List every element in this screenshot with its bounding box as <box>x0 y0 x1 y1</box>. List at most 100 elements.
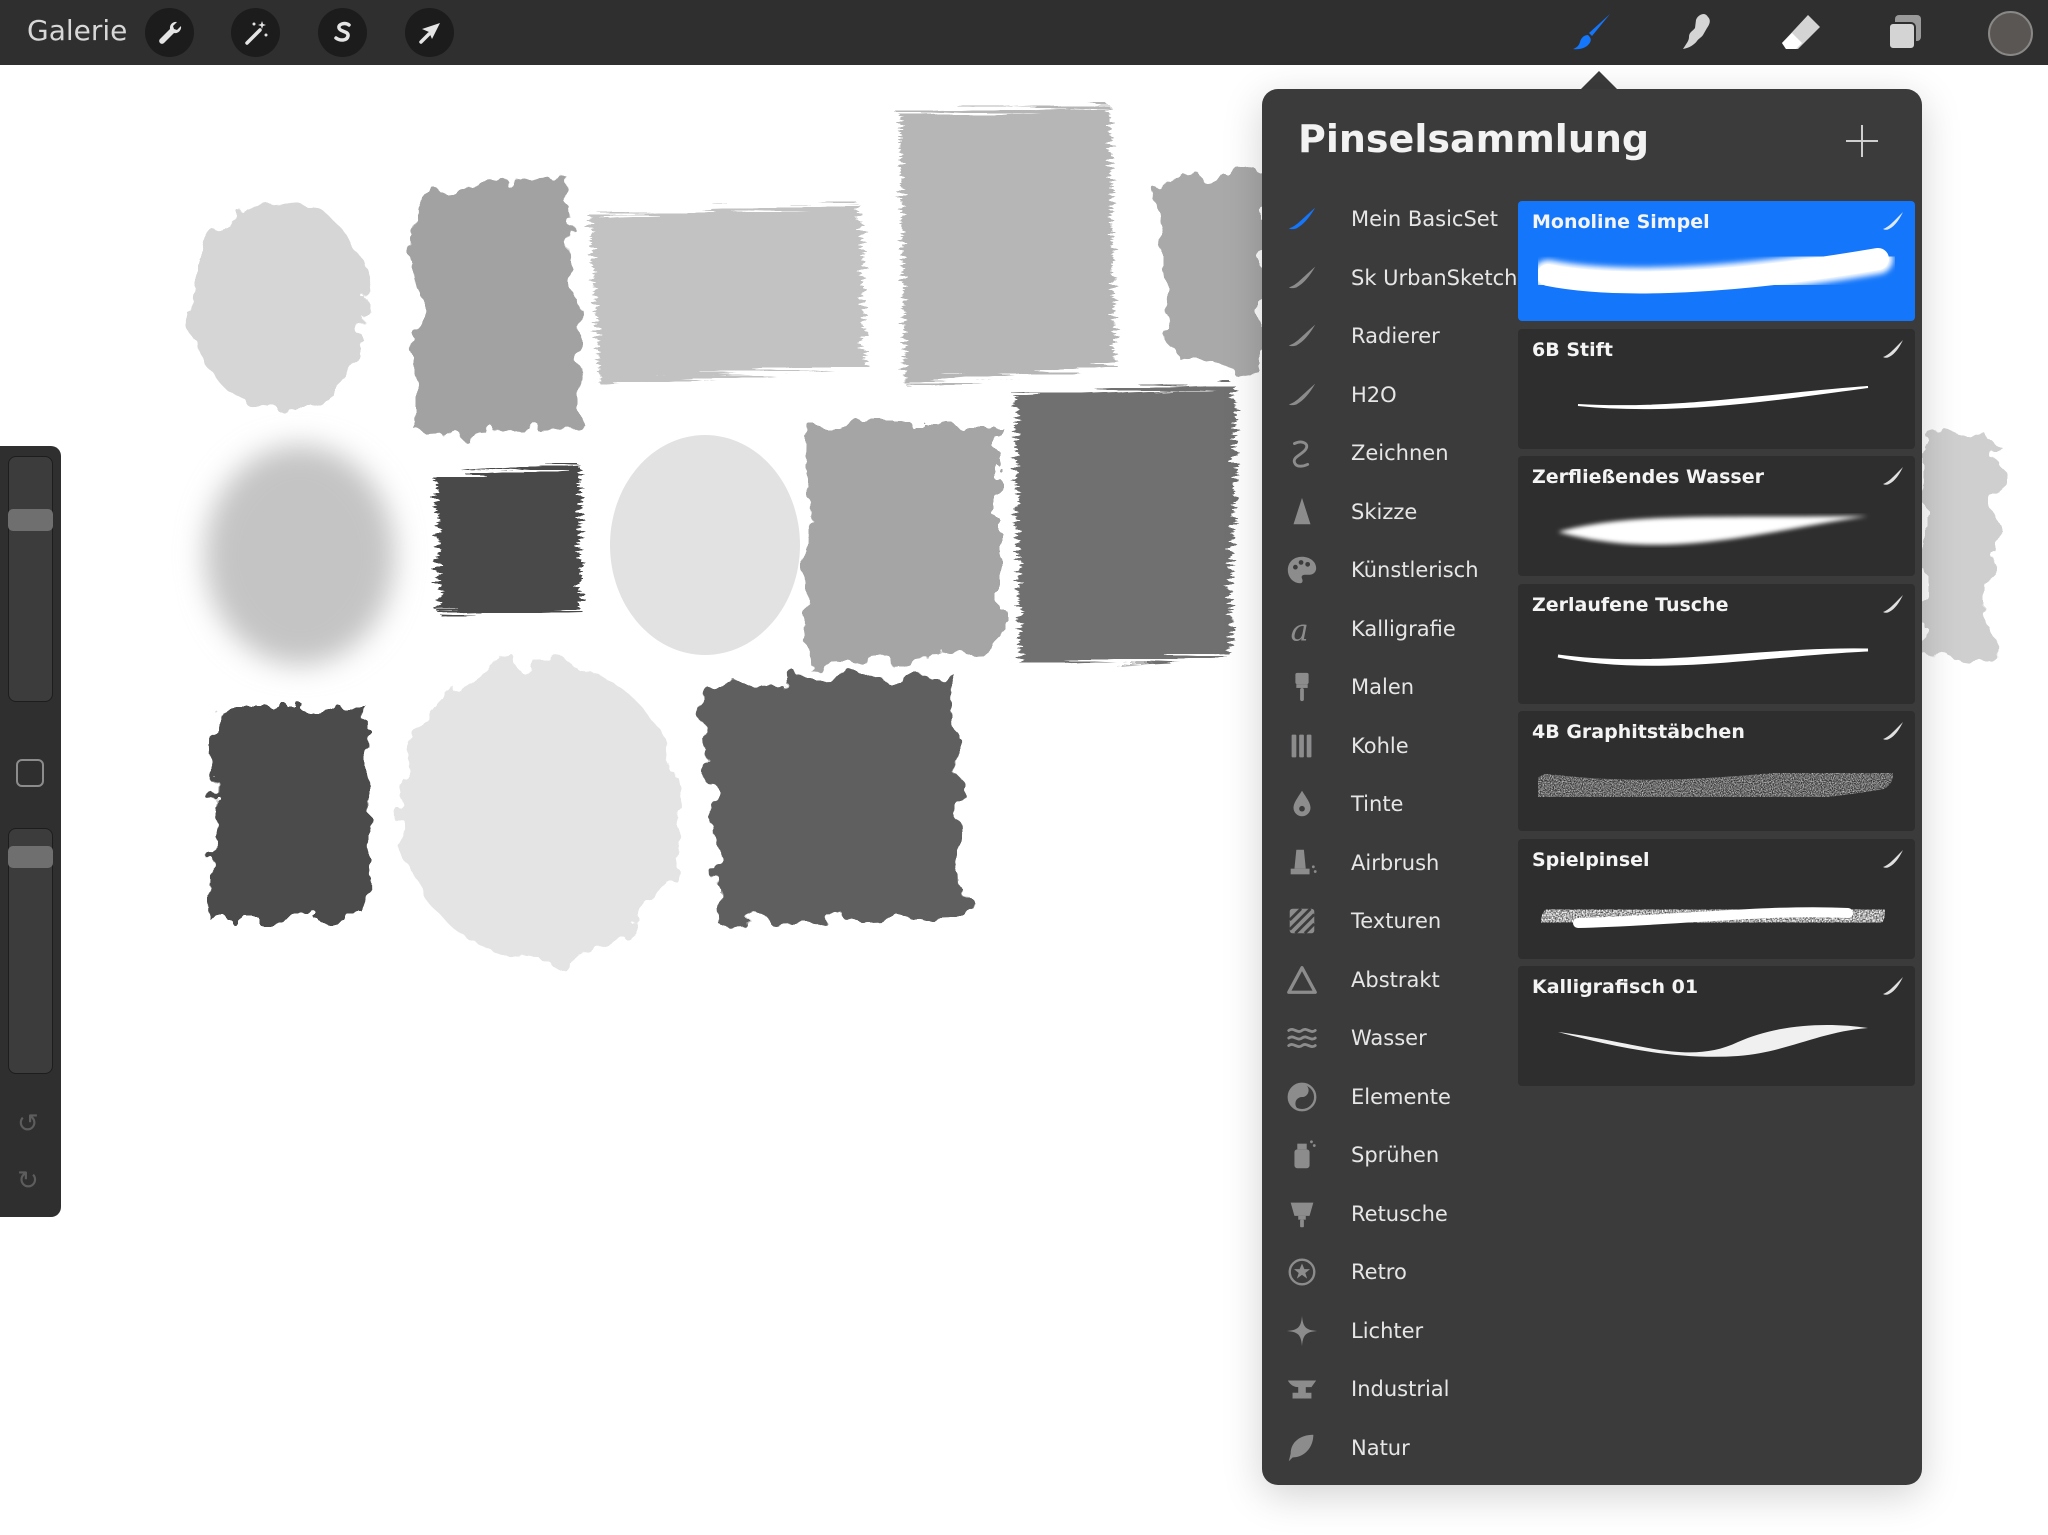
brush-set-item[interactable]: Retusche <box>1262 1189 1512 1239</box>
brush-stroke-icon <box>1883 339 1903 358</box>
brush-stroke-preview <box>1538 760 1893 810</box>
brush-set-item[interactable]: Malen <box>1262 662 1512 712</box>
brush-card[interactable]: Kalligrafisch 01 <box>1518 966 1915 1086</box>
brush-set-item[interactable]: Wasser <box>1262 1013 1512 1063</box>
stroke-icon <box>1288 266 1316 288</box>
transform-button[interactable] <box>405 8 454 57</box>
brush-set-item[interactable]: Sprühen <box>1262 1130 1512 1180</box>
brush-icon <box>1573 14 1610 50</box>
brush-set-label: Airbrush <box>1351 850 1440 875</box>
brush-set-icon <box>1284 1313 1320 1349</box>
opacity-thumb[interactable] <box>8 846 53 869</box>
brush-stroke-icon <box>1883 722 1903 740</box>
yin-yang-icon <box>1287 1082 1317 1111</box>
brush-stroke-icon <box>1883 849 1903 868</box>
brush-set-icon <box>1284 260 1320 296</box>
paintbrush-icon <box>1295 672 1309 702</box>
calligraphy-a-icon: a <box>1291 613 1309 646</box>
brush-set-icon <box>1284 728 1320 764</box>
brush-set-item[interactable]: Skizze <box>1262 487 1512 537</box>
ink-drop-icon <box>1293 790 1311 817</box>
svg-text:a: a <box>1291 613 1309 646</box>
color-picker-swatch[interactable] <box>1988 11 2033 56</box>
brush-set-item[interactable]: Sk UrbanSketch <box>1262 253 1517 303</box>
brush-set-label: Industrial <box>1351 1377 1450 1401</box>
texture-icon <box>1288 907 1316 935</box>
brush-stroke-icon <box>1883 467 1903 485</box>
airbrush-icon <box>1290 849 1317 874</box>
brush-size-slider[interactable] <box>8 456 53 702</box>
add-brush-set-button[interactable] <box>1842 121 1882 161</box>
brush-set-icon: a <box>1284 611 1320 647</box>
brush-set-icon <box>1284 845 1320 881</box>
brush-set-item[interactable]: Künstlerisch <box>1262 545 1512 595</box>
brush-set-label: Sprühen <box>1351 1143 1440 1167</box>
brush-set-item[interactable]: Lichter <box>1262 1306 1512 1356</box>
brush-set-icon <box>1284 1371 1320 1407</box>
brush-set-item[interactable]: Industrial <box>1262 1364 1512 1414</box>
brush-card[interactable]: Spielpinsel <box>1518 838 1915 959</box>
brush-set-label: Sk UrbanSketch <box>1351 265 1518 290</box>
brush-set-label: Zeichnen <box>1351 441 1449 465</box>
brush-set-label: Tinte <box>1351 792 1404 816</box>
brush-set-item[interactable]: Zeichnen <box>1262 428 1512 478</box>
brush-set-label: Texturen <box>1351 909 1442 933</box>
brush-set-icon <box>1284 786 1320 822</box>
eraser-icon <box>1782 15 1820 49</box>
brush-card[interactable]: 4B Graphitstäbchen <box>1518 711 1915 831</box>
brush-set-label: Malen <box>1351 675 1415 699</box>
brush-set-icon <box>1284 1079 1320 1115</box>
brush-set-icon <box>1284 494 1320 530</box>
brush-set-label: Radierer <box>1351 324 1440 348</box>
brush-set-icon <box>1284 201 1320 237</box>
adjustments-button[interactable] <box>231 8 280 57</box>
brush-set-label: Retusche <box>1351 1201 1448 1226</box>
brush-card[interactable]: Zerlaufene Tusche <box>1518 583 1915 704</box>
smudge-tool-button[interactable] <box>1674 10 1720 56</box>
brush-set-item[interactable]: Natur <box>1262 1423 1512 1473</box>
brush-set-item[interactable]: Texturen <box>1262 896 1512 946</box>
brush-set-item[interactable]: Retro <box>1262 1247 1512 1297</box>
brush-set-item[interactable]: Abstrakt <box>1262 955 1512 1005</box>
redo-icon[interactable]: ↻ <box>17 1166 39 1196</box>
charcoal-sticks-icon <box>1291 734 1312 757</box>
leaf-icon <box>1288 1434 1314 1461</box>
brush-set-item[interactable]: Radierer <box>1262 311 1512 361</box>
layers-tool-button[interactable] <box>1882 10 1928 56</box>
brush-tool-button[interactable] <box>1570 10 1616 56</box>
brush-set-label: Künstlerisch <box>1351 558 1479 582</box>
brush-set-item[interactable]: Tinte <box>1262 779 1512 829</box>
brush-size-thumb[interactable] <box>8 508 53 531</box>
smudge-icon <box>1683 14 1710 49</box>
stroke-icon <box>1288 383 1316 405</box>
actions-button[interactable] <box>145 8 194 57</box>
modify-button[interactable] <box>16 759 44 787</box>
brush-card[interactable]: Zerfließendes Wasser <box>1518 456 1915 576</box>
brush-set-item[interactable]: Mein BasicSet <box>1262 194 1512 244</box>
brush-set-icon <box>1284 903 1320 939</box>
pencil-tip-icon <box>1293 497 1311 524</box>
gallery-button[interactable]: Galerie <box>27 14 127 47</box>
stroke-icon <box>1288 207 1316 230</box>
brush-set-item[interactable]: a Kalligrafie <box>1262 604 1512 654</box>
eraser-tool-button[interactable] <box>1778 10 1824 56</box>
undo-icon[interactable]: ↺ <box>17 1109 39 1139</box>
brush-set-label: Retro <box>1351 1260 1407 1284</box>
brush-card[interactable]: 6B Stift <box>1518 328 1915 449</box>
brush-set-item[interactable]: Kohle <box>1262 721 1512 771</box>
brush-card[interactable]: Monoline Simpel <box>1518 201 1915 321</box>
brush-set-item[interactable]: Elemente <box>1262 1072 1512 1122</box>
brush-name: Monoline Simpel <box>1532 211 1710 233</box>
brush-set-item[interactable]: H2O <box>1262 370 1512 420</box>
brush-name: Kalligrafisch 01 <box>1532 976 1699 998</box>
brush-stroke-preview <box>1541 893 1885 938</box>
retouch-icon <box>1290 1202 1314 1227</box>
brush-set-label: Mein BasicSet <box>1351 207 1498 231</box>
selection-button[interactable] <box>318 8 367 57</box>
brush-set-icon <box>1284 669 1320 705</box>
brush-stroke-preview <box>1558 516 1868 545</box>
brush-set-icon <box>1284 1137 1320 1173</box>
brush-name: Spielpinsel <box>1532 848 1650 871</box>
brush-set-item[interactable]: Airbrush <box>1262 838 1512 888</box>
sparkle-icon <box>1286 1315 1318 1346</box>
